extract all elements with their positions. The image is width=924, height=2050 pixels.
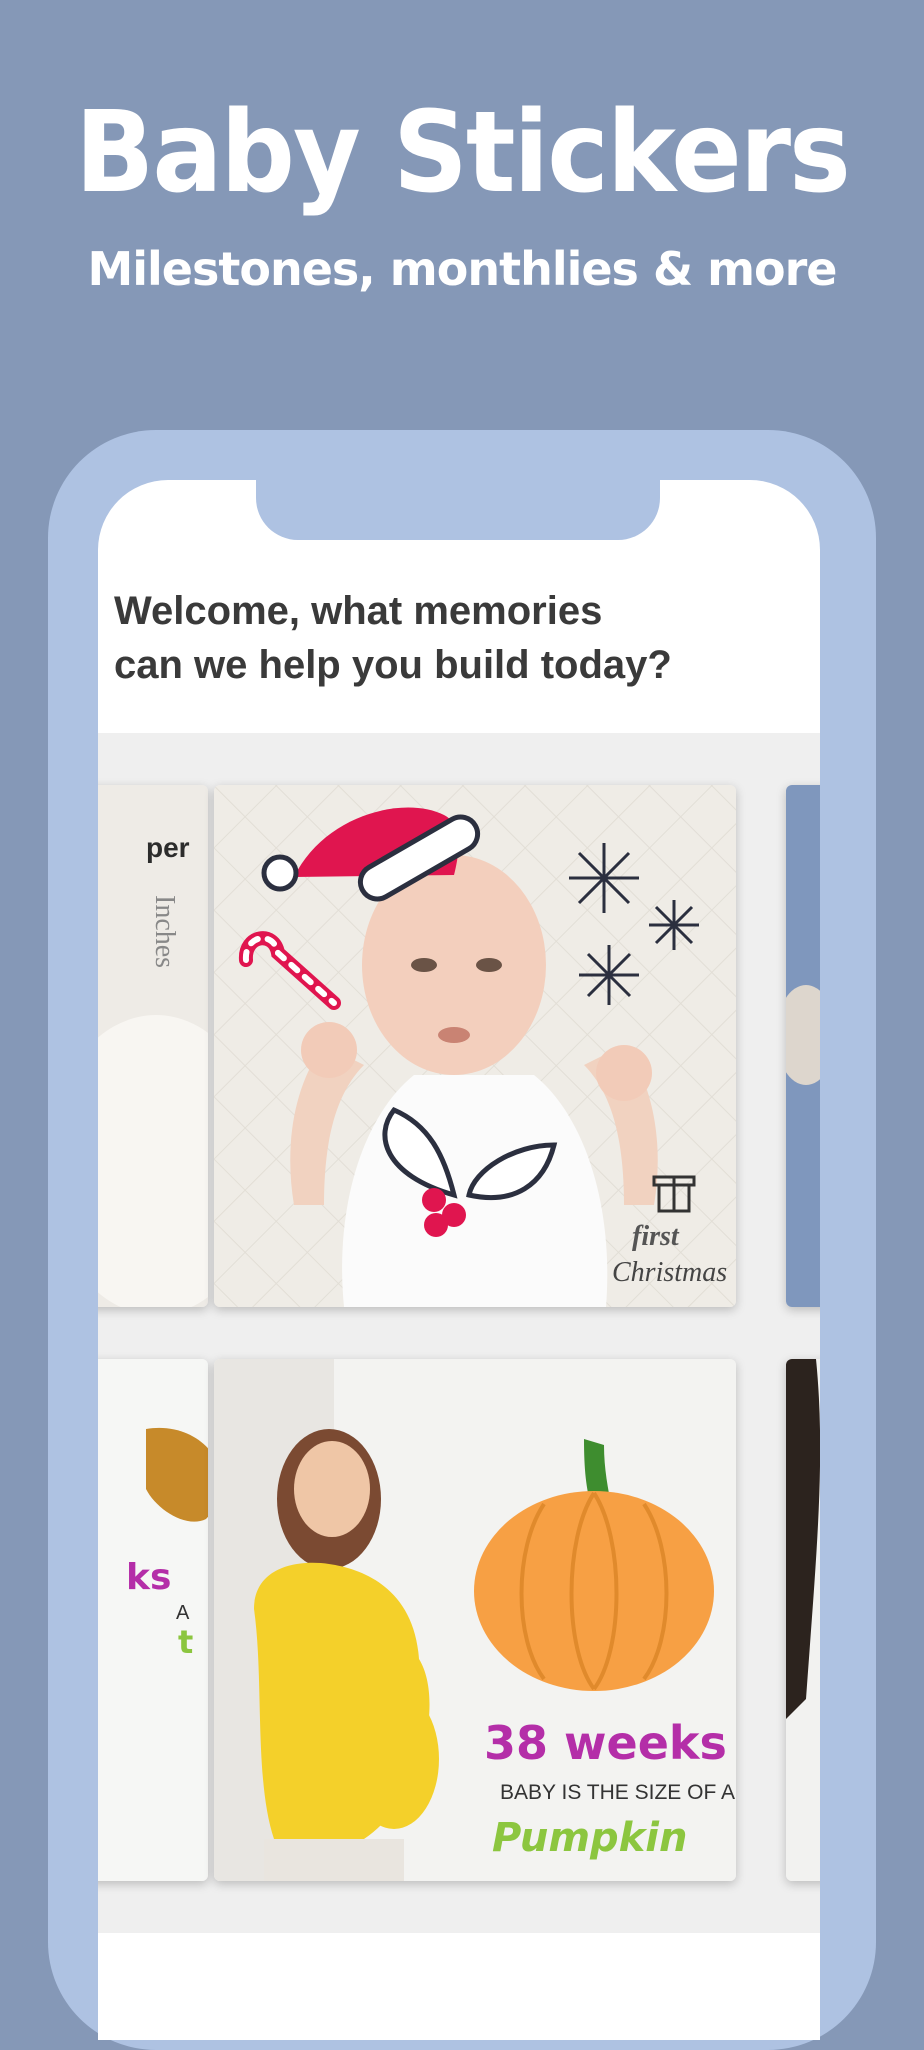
sticker-card-38-weeks[interactable]: 38 weeks BABY IS THE SIZE OF A Pumpkin [214, 1359, 736, 1881]
phone-notch [256, 480, 660, 540]
app-subtitle: Milestones, monthlies & more [87, 242, 838, 296]
sticker-card-portrait[interactable] [786, 1359, 820, 1881]
growth-text-per: per [146, 832, 190, 863]
sticker-card-first-christmas[interactable]: first Christmas [214, 785, 736, 1307]
sticker-gallery[interactable]: per Inches first Christmas ks A t 38 wee… [98, 733, 820, 1933]
holly-berry-icon [422, 1188, 446, 1212]
snowflake-icon [569, 843, 639, 913]
coconut-weeks-text: ks [126, 1557, 171, 1598]
welcome-heading: Welcome, what memories can we help you b… [114, 584, 754, 692]
app-title: Baby Stickers [75, 86, 851, 218]
weeks-label: 38 weeks [484, 1716, 727, 1770]
coconut-fruit-text: t [178, 1623, 193, 1661]
christmas-label: Christmas [612, 1257, 727, 1288]
sticker-card-coconut[interactable]: ks A t [98, 1359, 208, 1881]
coconut-sticker-image: ks A t [98, 1359, 208, 1881]
snowflake-icon [649, 900, 699, 950]
size-of-label: BABY IS THE SIZE OF A [500, 1781, 735, 1804]
growth-sticker-image: per Inches [98, 785, 208, 1307]
baby-right-fist [596, 1045, 652, 1101]
portrait-sticker-image [786, 1359, 820, 1881]
first-christmas-sticker-image: first Christmas [214, 785, 736, 1307]
bottom-area [98, 1933, 820, 2040]
coconut-size-text: A [176, 1602, 190, 1624]
baby-left-fist [301, 1022, 357, 1078]
knit-toy-sticker-image [786, 785, 820, 1307]
woman-face [294, 1441, 370, 1537]
growth-text-inches: Inches [149, 895, 180, 968]
phone-screen: Welcome, what memories can we help you b… [98, 480, 820, 2040]
sticker-card-growth[interactable]: per Inches [98, 785, 208, 1307]
welcome-line-2: can we help you build today? [114, 643, 672, 687]
fruit-label: Pumpkin [492, 1815, 687, 1861]
snowflake-icon [579, 945, 639, 1005]
38-weeks-sticker-image: 38 weeks BABY IS THE SIZE OF A Pumpkin [214, 1359, 736, 1881]
first-label: first [632, 1221, 680, 1252]
sticker-card-knit-toy[interactable] [786, 785, 820, 1307]
pumpkin-icon [474, 1491, 714, 1691]
welcome-line-1: Welcome, what memories [114, 589, 603, 633]
